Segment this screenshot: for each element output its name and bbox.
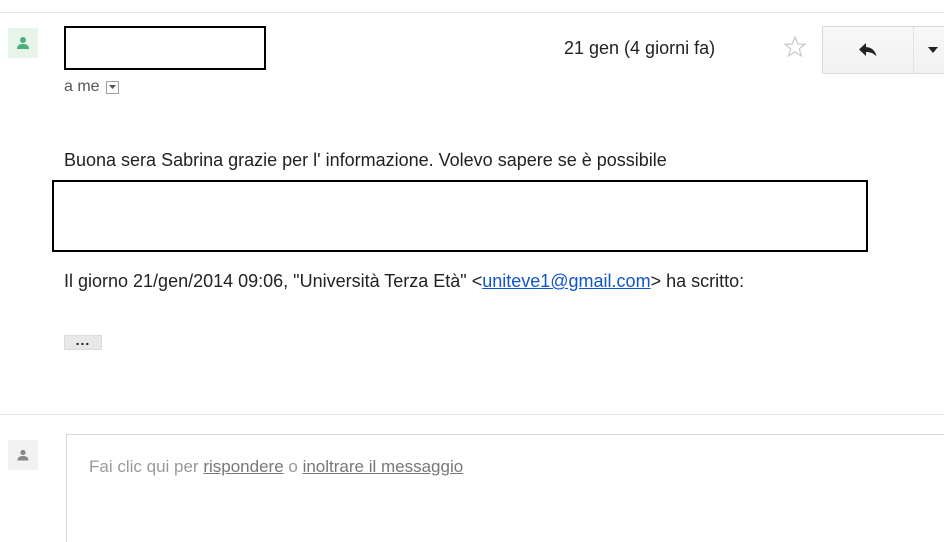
quote-prefix: Il giorno 21/gen/2014 09:06, "Università…	[64, 271, 483, 291]
reply-link[interactable]: rispondere	[203, 457, 283, 476]
person-icon	[17, 449, 29, 461]
sender-avatar[interactable]	[8, 28, 38, 58]
email-thread: 21 gen (4 giorni fa) a me Buona sera Sab…	[0, 0, 944, 542]
caret-down-icon	[108, 85, 116, 89]
reply-prompt: Fai clic qui per rispondere o inoltrare …	[89, 457, 463, 477]
top-divider	[0, 12, 944, 13]
sender-name-redacted[interactable]	[64, 26, 266, 70]
forward-link[interactable]: inoltrare il messaggio	[303, 457, 464, 476]
message-date: 21 gen (4 giorni fa)	[564, 38, 716, 58]
reply-arrow-icon	[859, 43, 877, 57]
person-icon	[17, 37, 29, 49]
message-body: Buona sera Sabrina grazie per l' informa…	[64, 150, 667, 170]
sender-email-link[interactable]: uniteve1@gmail.com	[482, 271, 650, 291]
reply-prompt-middle: o	[283, 457, 303, 476]
recipient-label: a me	[64, 78, 100, 95]
recipient-line: a me	[64, 78, 119, 96]
caret-down-icon	[928, 47, 938, 53]
show-details-button[interactable]	[105, 80, 119, 94]
quote-header: Il giorno 21/gen/2014 09:06, "Università…	[64, 270, 904, 292]
show-trimmed-content-button[interactable]: ...	[64, 333, 102, 350]
bottom-divider	[0, 414, 944, 415]
user-avatar	[8, 440, 38, 470]
quote-suffix: > ha scritto:	[650, 271, 745, 291]
more-actions-button[interactable]	[913, 26, 944, 74]
reply-prompt-prefix: Fai clic qui per	[89, 457, 204, 476]
star-icon[interactable]	[782, 34, 808, 60]
reply-button[interactable]	[822, 26, 914, 74]
reply-box[interactable]: Fai clic qui per rispondere o inoltrare …	[66, 434, 944, 542]
redacted-body	[52, 180, 868, 252]
